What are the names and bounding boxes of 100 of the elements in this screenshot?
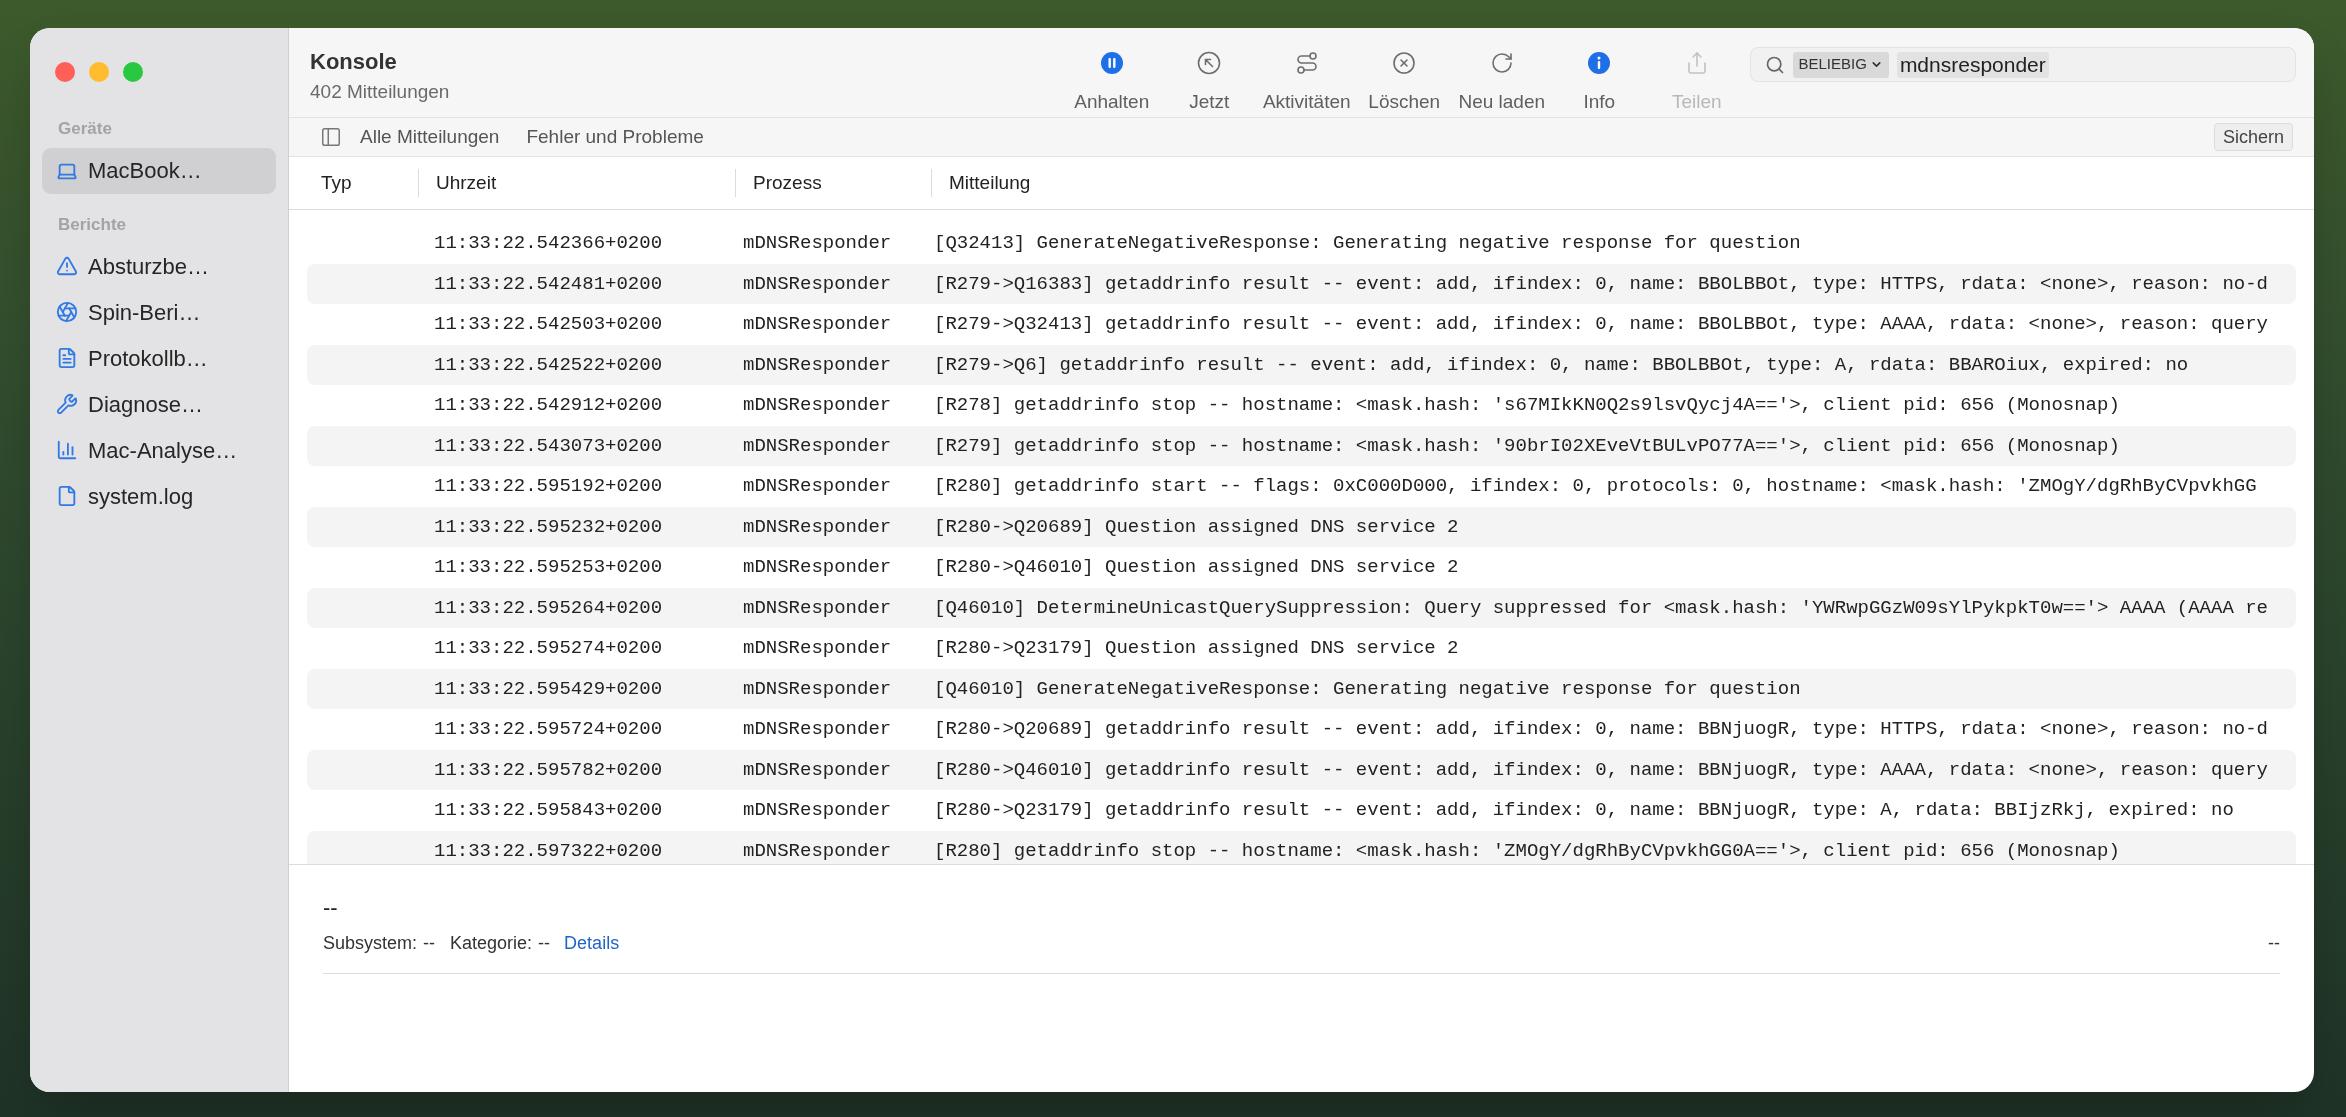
minimize-window-icon[interactable] [89,62,109,82]
sidebar-item[interactable]: Spin-Beri… [42,289,276,335]
sidebar-section-title: Berichte [57,213,128,236]
process-cell-text: mDNSResponder [743,838,893,864]
close-window-icon[interactable] [55,62,75,82]
time-cell-text: 11:33:22.595843+0200 [434,798,664,823]
filter-button[interactable]: Alle Mitteilungen [360,122,500,152]
process-cell-text: mDNSResponder [743,474,893,499]
log-row[interactable]: 11:33:22.543073+0200 mDNSResponder [R279] getaddrinfo stop -- hostname: <mask.hash: '90brI02XEveVtBULvPO77A=='>, client pid: 656 (Monosnap) [307,425,2296,466]
toolbar-button[interactable]: Aktivitäten [1258,51,1356,117]
close-circle-icon [1392,51,1417,75]
process-cell-text: mDNSResponder [743,271,893,297]
message-cell-text: [R280] getaddrinfo start -- flags: 0xC000D000, ifindex: 0, protocols: 0, hostname: <mask.hash: 'ZMOgY/dgRhByCVpvkhGG [934,474,2257,499]
warning-icon [56,255,78,277]
process-cell-text: mDNSResponder [743,231,893,256]
time-cell-text: 11:33:22.595232+0200 [434,514,664,540]
save-button[interactable]: Sichern [2213,123,2293,151]
subsystem-value: -- [423,932,436,955]
time-cell-text: 11:33:22.595192+0200 [434,474,664,499]
time-cell-text: 11:33:22.595724+0200 [434,717,664,742]
wrench-icon [56,393,78,415]
process-cell-text: mDNSResponder [743,676,893,702]
time-cell-text: 11:33:22.595274+0200 [434,636,664,661]
reload-icon [1489,51,1514,75]
category-value: -- [538,932,551,955]
search-icon [1764,54,1785,75]
time-cell-text: 11:33:22.597322+0200 [434,838,664,864]
sidebar-toggle-icon[interactable] [320,126,342,148]
time-cell-text: 11:33:22.543073+0200 [434,433,664,459]
column-header[interactable]: Uhrzeit [436,168,497,198]
process-cell-text: mDNSResponder [743,757,893,783]
message-cell-text: [R280->Q20689] Question assigned DNS service 2 [934,514,1459,540]
toolbar-button[interactable]: Info [1550,51,1648,117]
detail-right-value: -- [2268,932,2280,955]
time-cell-text: 11:33:22.595264+0200 [434,595,664,621]
process-cell-text: mDNSResponder [743,636,893,661]
sidebar-item[interactable]: Mac-Analyse… [42,427,276,473]
message-cell-text: [Q46010] GenerateNegativeResponse: Generating negative response for question [934,676,1801,702]
log-row[interactable]: 11:33:22.595782+0200 mDNSResponder [R280->Q46010] getaddrinfo result -- event: add, ifindex: 0, name: BBNjuogR, type: AAAA, rdata: <none>, reason: query [307,749,2296,790]
process-cell-text: mDNSResponder [743,433,893,459]
time-cell-text: 11:33:22.542481+0200 [434,271,664,297]
log-row[interactable]: 11:33:22.542481+0200 mDNSResponder [R279->Q16383] getaddrinfo result -- event: add, ifindex: 0, name: BBOLBBOt, type: HTTPS, rdata: <none>, reason: no-d [307,263,2296,304]
zoom-window-icon[interactable] [123,62,143,82]
column-header[interactable]: Mitteilung [949,168,1031,198]
details-link[interactable]: Details [564,930,620,957]
arrow-circle-icon [1197,51,1222,75]
log-row[interactable]: 11:33:22.595264+0200 mDNSResponder [Q46010] DetermineUnicastQuerySuppression: Query suppressed for <mask.hash: 'YWRwpGGzW09sYlPykpkT0w=='> AAAA (AAAA re [307,587,2296,628]
time-cell-text: 11:33:22.542366+0200 [434,231,664,256]
message-cell-text: [R279] getaddrinfo stop -- hostname: <mask.hash: '90brI02XEveVtBULvPO77A=='>, client pid: 656 (Monosnap) [934,433,2120,459]
log-row[interactable]: 11:33:22.542522+0200 mDNSResponder [R279->Q6] getaddrinfo result -- event: add, ifindex: 0, name: BBOLBBOt, type: A, rdata: BBAROiux, expired: no [307,344,2296,385]
search-scope-token[interactable]: BELIEBIG [1792,51,1889,78]
time-cell-text: 11:33:22.595782+0200 [434,757,664,783]
sidebar-section-title: Geräte [57,118,113,140]
message-cell-text: [R280->Q46010] Question assigned DNS service 2 [934,555,1459,580]
sidebar-item[interactable]: system.log [42,473,276,519]
message-cell-text: [Q46010] DetermineUnicastQuerySuppression: Query suppressed for <mask.hash: 'YWRwpGGzW09sYlPykpkT0w=='> AAAA (AAAA re [934,595,2269,621]
message-cell-text: [R280] getaddrinfo stop -- hostname: <mask.hash: 'ZMOgY/dgRhByCVpvkhGG0A=='>, client pid: 656 (Monosnap) [934,838,2120,864]
process-cell-text: mDNSResponder [743,798,893,823]
process-cell-text: mDNSResponder [743,595,893,621]
aperture-icon [56,301,78,323]
sidebar-item[interactable]: Protokollb… [42,335,276,381]
toolbar-button[interactable]: Neu laden [1453,51,1551,117]
search-token: mdnsresponder [1896,51,2049,78]
subsystem-label: Subsystem: [323,932,418,955]
message-cell-text: [Q32413] GenerateNegativeResponse: Generating negative response for question [934,231,1801,256]
sidebar-item[interactable]: Diagnose… [42,381,276,427]
time-cell-text: 11:33:22.542522+0200 [434,352,664,378]
column-header[interactable]: Prozess [753,168,822,198]
filter-button[interactable]: Fehler und Probleme [526,122,704,152]
document-icon [56,347,78,369]
toolbar-button[interactable]: Jetzt [1160,51,1258,117]
process-cell-text: mDNSResponder [743,393,893,418]
time-cell-text: 11:33:22.542912+0200 [434,393,664,418]
log-row[interactable]: 11:33:22.595429+0200 mDNSResponder [Q46010] GenerateNegativeResponse: Generating negative response for question [307,668,2296,709]
message-cell-text: [R280->Q23179] getaddrinfo result -- event: add, ifindex: 0, name: BBNjuogR, type: A, rdata: BBIjzRkj, expired: no [934,798,2234,823]
message-cell-text: [R279->Q16383] getaddrinfo result -- event: add, ifindex: 0, name: BBOLBBOt, type: HTTPS, rdata: <none>, reason: no-d [934,271,2269,297]
toolbar-button[interactable]: Anhalten [1063,51,1161,117]
process-cell-text: mDNSResponder [743,717,893,742]
time-cell-text: 11:33:22.595253+0200 [434,555,664,580]
bar-chart-icon [56,439,78,461]
pause-icon [1099,51,1124,75]
search-field[interactable]: BELIEBIG mdnsresponder [1749,47,2296,82]
process-cell-text: mDNSResponder [743,514,893,540]
process-cell-text: mDNSResponder [743,312,893,337]
process-cell-text: mDNSResponder [743,555,893,580]
window-title: Konsole [310,48,398,76]
message-cell-text: [R279->Q6] getaddrinfo result -- event: add, ifindex: 0, name: BBOLBBOt, type: A, rdata: BBAROiux, expired: no [934,352,2189,378]
message-cell-text: [R280->Q23179] Question assigned DNS service 2 [934,636,1459,661]
process-cell-text: mDNSResponder [743,352,893,378]
message-cell-text: [R280->Q46010] getaddrinfo result -- event: add, ifindex: 0, name: BBNjuogR, type: AAAA, rdata: <none>, reason: query [934,757,2269,783]
sidebar-item[interactable]: MacBook… [42,147,276,194]
log-row[interactable]: 11:33:22.595232+0200 mDNSResponder [R280->Q20689] Question assigned DNS service 2 [307,506,2296,547]
message-cell-text: [R279->Q32413] getaddrinfo result -- event: add, ifindex: 0, name: BBOLBBOt, type: AAAA, rdata: <none>, reason: query [934,312,2269,337]
sidebar-item[interactable]: Absturzbe… [42,243,276,289]
detail-title: -- [323,894,339,922]
info-icon [1587,51,1612,75]
route-icon [1294,51,1319,75]
log-row[interactable]: 11:33:22.597322+0200 mDNSResponder [R280] getaddrinfo stop -- hostname: <mask.hash: 'ZMOgY/dgRhByCVpvkhGG0A=='>, client pid: 656 (Monosnap) [307,830,2296,864]
column-header[interactable]: Typ [321,168,352,198]
toolbar-button[interactable]: Löschen [1355,51,1453,117]
